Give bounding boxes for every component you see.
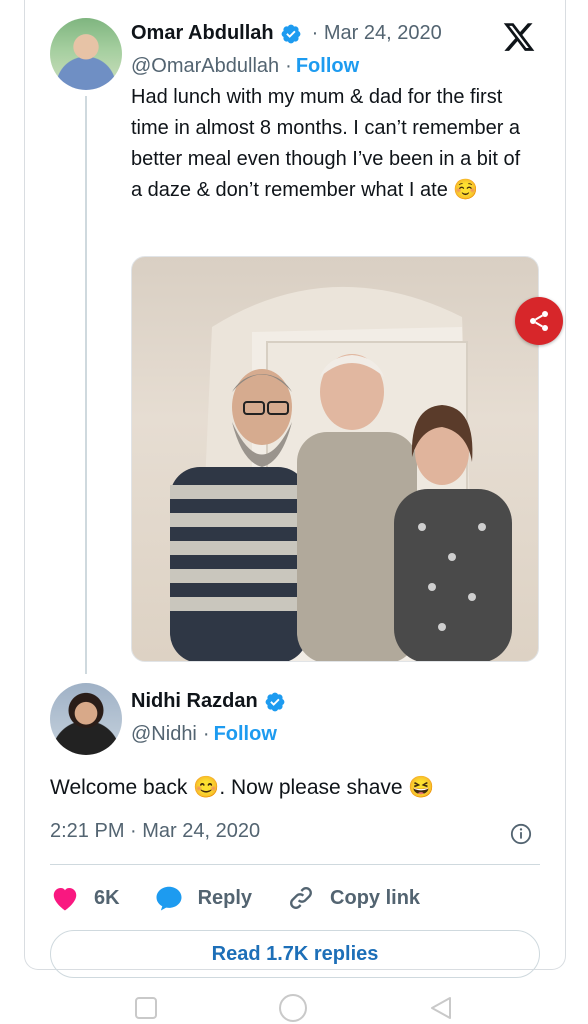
- author-row: Omar Abdullah · Mar 24, 2020: [131, 22, 442, 45]
- reply-author-row: Nidhi Razdan: [131, 690, 286, 713]
- handle-separator: ·: [285, 55, 292, 77]
- tweet-text: Had lunch with my mum & dad for the firs…: [131, 86, 521, 201]
- reply-author-avatar[interactable]: [50, 683, 122, 755]
- reply-text: Welcome back 😊. Now please shave 😆: [50, 776, 435, 799]
- verified-badge-icon: [281, 24, 301, 43]
- copy-link-label: Copy link: [330, 886, 421, 909]
- author-avatar[interactable]: [50, 18, 122, 90]
- reply-verified-badge-icon: [265, 692, 285, 711]
- reply-author-handle[interactable]: @Nidhi: [131, 723, 197, 746]
- square-icon[interactable]: [134, 996, 158, 1020]
- follow-button[interactable]: Follow: [296, 55, 359, 78]
- divider: [50, 864, 540, 865]
- author-handle[interactable]: @OmarAbdullah: [131, 55, 279, 78]
- copy-link-button[interactable]: Copy link: [286, 884, 420, 912]
- reply-author-name[interactable]: Nidhi Razdan: [131, 690, 258, 713]
- system-nav-bar: [0, 978, 588, 1024]
- reply-timestamp[interactable]: 2:21 PM · Mar 24, 2020: [50, 820, 260, 843]
- reply-bubble-icon: [156, 886, 182, 911]
- thread-line: [85, 96, 87, 674]
- photo-image: [170, 286, 512, 661]
- tweet-date[interactable]: · Mar 24, 2020: [312, 22, 442, 45]
- circle-icon[interactable]: [278, 993, 308, 1023]
- heart-icon: [53, 888, 77, 911]
- share-button[interactable]: [515, 297, 563, 345]
- reply-follow-button[interactable]: Follow: [214, 723, 277, 746]
- author-name[interactable]: Omar Abdullah: [131, 22, 274, 45]
- reply-handle-separator: ·: [202, 723, 210, 745]
- author-handle-row: @OmarAbdullah · Follow: [131, 55, 359, 78]
- reply-handle-row: @Nidhi · Follow: [131, 723, 277, 746]
- tweet-photo[interactable]: [131, 256, 539, 662]
- x-logo-icon[interactable]: [501, 20, 537, 54]
- link-icon: [290, 887, 312, 909]
- triangle-back-icon[interactable]: [428, 995, 454, 1021]
- like-count: 6K: [94, 886, 120, 909]
- reply-label: Reply: [197, 886, 253, 909]
- like-button[interactable]: 6K: [50, 884, 120, 912]
- share-icon: [530, 311, 548, 331]
- info-icon[interactable]: [510, 823, 532, 845]
- reply-button[interactable]: Reply: [154, 884, 252, 912]
- action-bar: 6K Reply Copy link: [50, 880, 454, 916]
- read-replies-button[interactable]: Read 1.7K replies: [50, 930, 540, 978]
